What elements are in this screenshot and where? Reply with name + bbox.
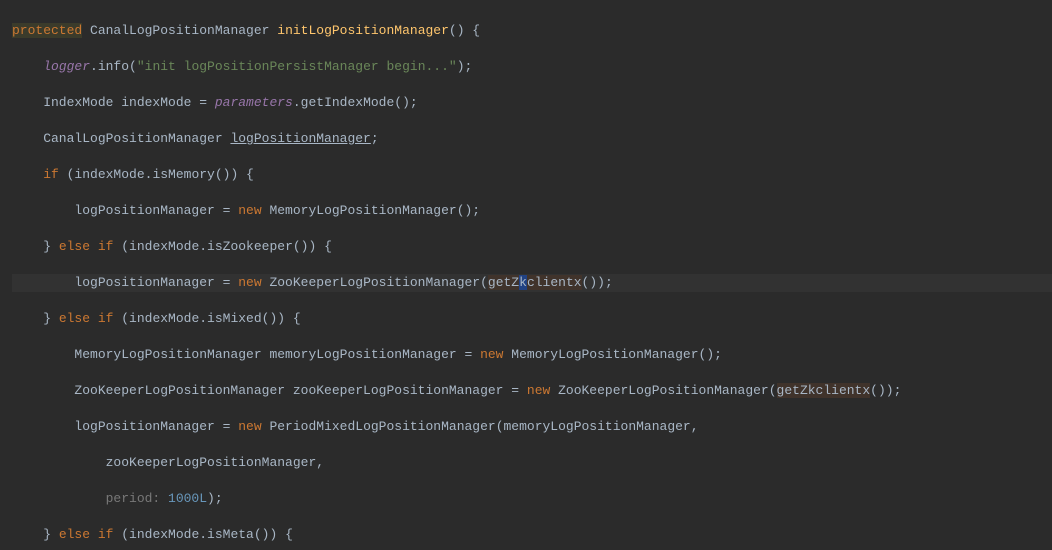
usage-getzkclientx: getZkclientx <box>488 275 582 290</box>
method-name: initLogPositionManager <box>277 23 449 38</box>
code-line: ZooKeeperLogPositionManager zooKeeperLog… <box>12 382 1052 400</box>
usage-getzkclientx: getZkclientx <box>777 383 871 398</box>
code-line-highlighted: logPositionManager = new ZooKeeperLogPos… <box>12 274 1052 292</box>
code-line: zooKeeperLogPositionManager, <box>12 454 1052 472</box>
code-line: IndexMode indexMode = parameters.getInde… <box>12 94 1052 112</box>
field-parameters: parameters <box>215 95 293 110</box>
code-line: logger.info("init logPositionPersistMana… <box>12 58 1052 76</box>
var-logpositionmanager: logPositionManager <box>230 131 370 146</box>
keyword-protected: protected <box>12 23 82 38</box>
number-literal: 1000L <box>168 491 207 506</box>
code-line: } else if (indexMode.isMixed()) { <box>12 310 1052 328</box>
code-line: period: 1000L); <box>12 490 1052 508</box>
code-line: logPositionManager = new PeriodMixedLogP… <box>12 418 1052 436</box>
inlay-hint: period: <box>12 491 168 506</box>
code-line: CanalLogPositionManager logPositionManag… <box>12 130 1052 148</box>
code-line: protected CanalLogPositionManager initLo… <box>12 22 1052 40</box>
code-line: if (indexMode.isMemory()) { <box>12 166 1052 184</box>
code-line: } else if (indexMode.isZookeeper()) { <box>12 238 1052 256</box>
code-line: logPositionManager = new MemoryLogPositi… <box>12 202 1052 220</box>
code-line: MemoryLogPositionManager memoryLogPositi… <box>12 346 1052 364</box>
code-editor[interactable]: protected CanalLogPositionManager initLo… <box>0 0 1052 550</box>
text-caret: k <box>519 275 527 290</box>
string-literal: "init logPositionPersistManager begin...… <box>137 59 457 74</box>
field-logger: logger <box>43 59 90 74</box>
code-line: } else if (indexMode.isMeta()) { <box>12 526 1052 544</box>
